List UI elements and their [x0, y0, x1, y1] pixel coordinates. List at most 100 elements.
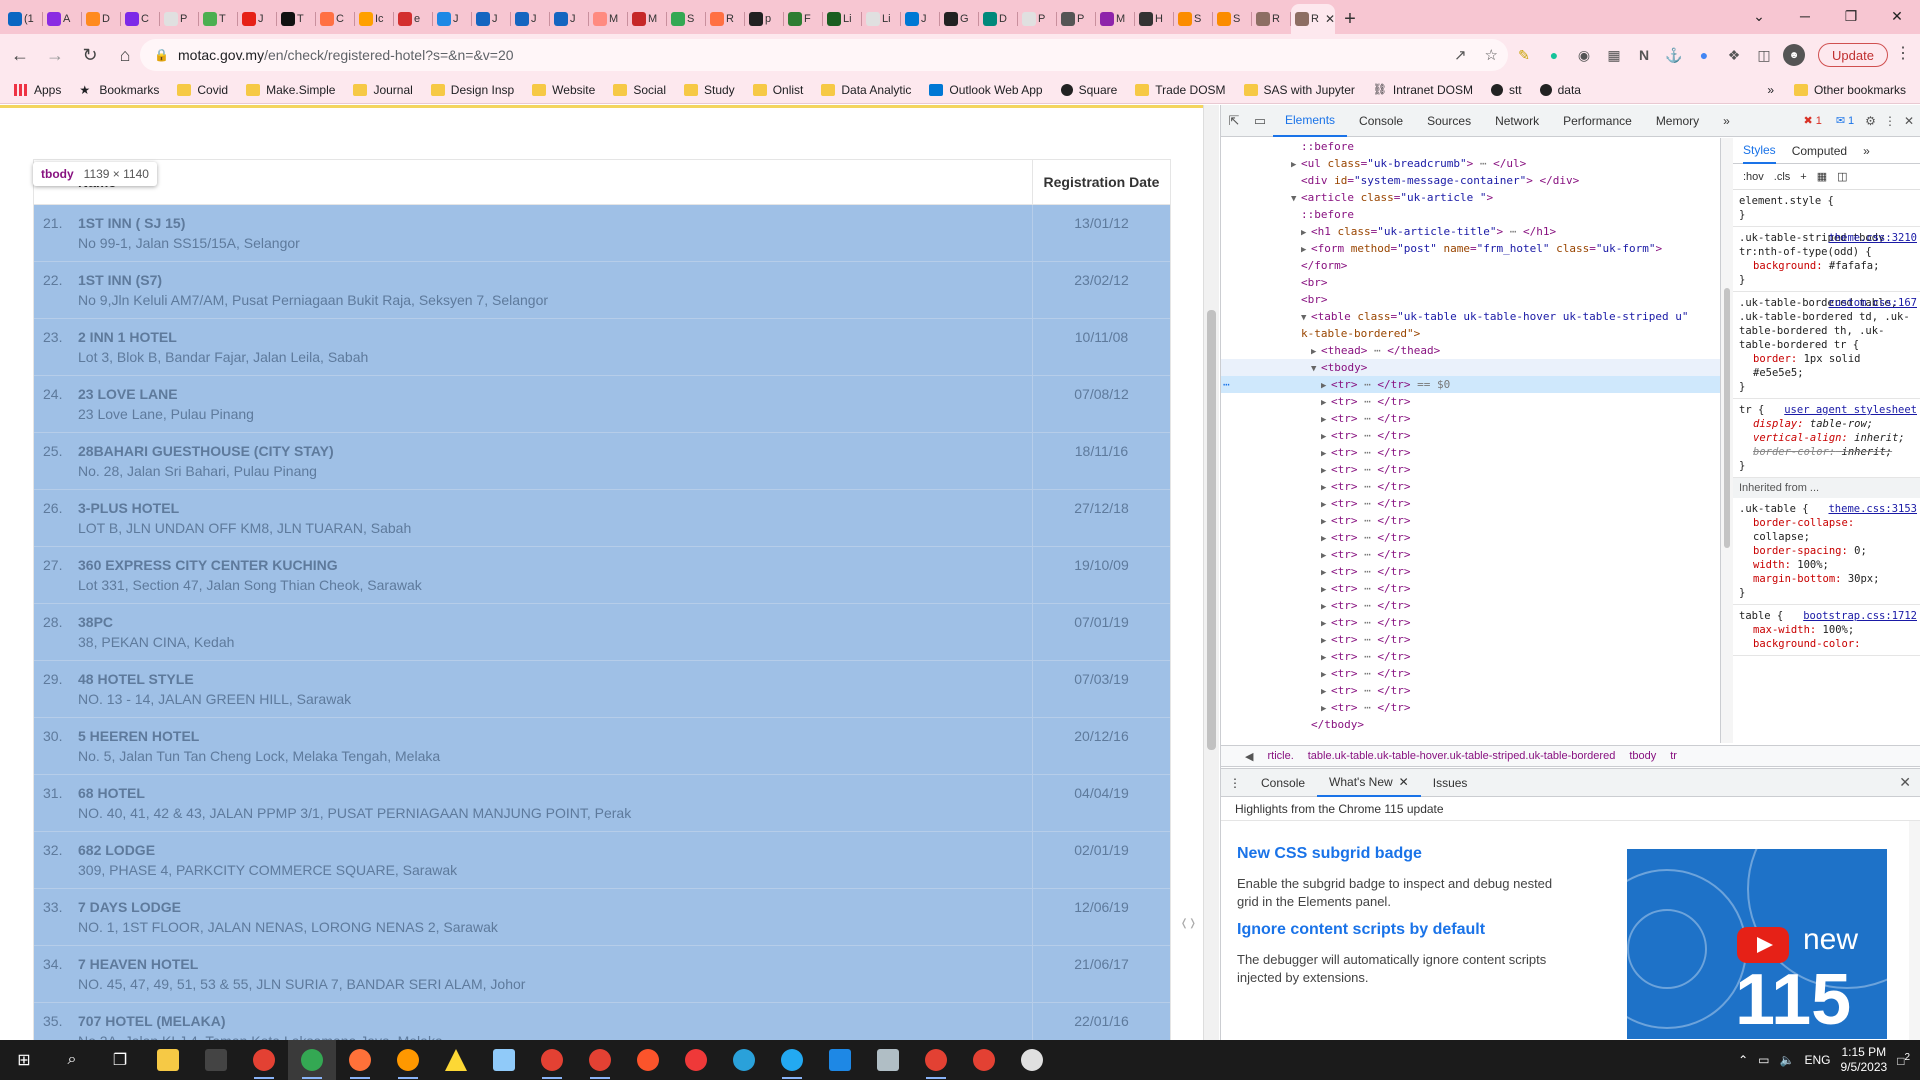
- brave-icon[interactable]: [624, 1040, 672, 1080]
- collapsed-content-icon[interactable]: ⋯: [1364, 378, 1371, 391]
- collapsed-content-icon[interactable]: ⋯: [1480, 157, 1487, 170]
- browser-tab[interactable]: A: [43, 4, 82, 34]
- dom-node[interactable]: ▶ <tr> ⋯ </tr>: [1221, 631, 1720, 648]
- browser-tab[interactable]: P: [1018, 4, 1057, 34]
- breadcrumb-scroll-left-icon[interactable]: ◀: [1245, 750, 1253, 763]
- bookmark-item[interactable]: Covid: [177, 83, 228, 97]
- css-property[interactable]: max-width: 100%;: [1739, 623, 1915, 637]
- error-badge[interactable]: ✖ 1: [1800, 114, 1824, 128]
- browser-tab[interactable]: J: [472, 4, 511, 34]
- more-tabs-button[interactable]: »: [1711, 105, 1742, 137]
- browser-tab[interactable]: S: [667, 4, 706, 34]
- chrome-icon[interactable]: [912, 1040, 960, 1080]
- collapsed-content-icon[interactable]: ⋯: [1364, 548, 1371, 561]
- bookmark-item[interactable]: Apps: [14, 83, 61, 97]
- bookmark-item[interactable]: Social: [613, 83, 666, 97]
- dom-node[interactable]: ▶ <tr> ⋯ </tr>: [1221, 495, 1720, 512]
- dom-node[interactable]: ▶ <h1 class="uk-article-title"> ⋯ </h1>: [1221, 223, 1720, 240]
- bookmark-item[interactable]: ★ Bookmarks: [79, 83, 159, 97]
- dom-node[interactable]: ▶ <tr> ⋯ </tr>: [1221, 580, 1720, 597]
- browser-tab[interactable]: M: [589, 4, 628, 34]
- share-icon[interactable]: ↗: [1454, 46, 1467, 64]
- forward-button[interactable]: →: [40, 40, 70, 70]
- whats-new-video-thumbnail[interactable]: new 115: [1627, 849, 1887, 1039]
- css-property[interactable]: vertical-align: inherit;: [1739, 431, 1915, 445]
- windows-start-icon[interactable]: ⊞: [0, 1040, 48, 1080]
- device-toolbar-icon[interactable]: ▭: [1247, 113, 1273, 129]
- elements-scrollbar[interactable]: [1721, 138, 1733, 743]
- browser-tab[interactable]: Li: [862, 4, 901, 34]
- css-property[interactable]: border-spacing: 0;: [1739, 544, 1915, 558]
- browser-tab[interactable]: J: [433, 4, 472, 34]
- browser-tab[interactable]: J: [511, 4, 550, 34]
- volume-icon[interactable]: 🔈: [1780, 1053, 1795, 1067]
- collapsed-content-icon[interactable]: ⋯: [1364, 497, 1371, 510]
- devtools-tab-sources[interactable]: Sources: [1415, 105, 1483, 137]
- search-icon[interactable]: ⌕: [48, 1040, 96, 1080]
- bookmark-item[interactable]: stt: [1490, 83, 1522, 97]
- minimize-button[interactable]: ─: [1782, 0, 1828, 32]
- network-icon[interactable]: ▭: [1758, 1053, 1769, 1067]
- bookmark-item[interactable]: Onlist: [752, 83, 803, 97]
- css-property[interactable]: display: table-row;: [1739, 417, 1915, 431]
- lock-icon[interactable]: 🔒: [154, 48, 169, 62]
- extension-tool-icon[interactable]: ⚓: [1663, 44, 1685, 66]
- rule-source-link[interactable]: theme.css:3153: [1828, 502, 1917, 516]
- extensions-puzzle-icon[interactable]: ❖: [1723, 44, 1745, 66]
- hover-state-toggle[interactable]: :hov: [1743, 171, 1764, 183]
- extension-screen-icon[interactable]: ▦: [1603, 44, 1625, 66]
- drawer-menu-icon[interactable]: ⋮: [1221, 769, 1249, 797]
- collapsed-content-icon[interactable]: ⋯: [1364, 650, 1371, 663]
- chrome-profile-icon[interactable]: [288, 1040, 336, 1080]
- style-rule[interactable]: .uk-table {theme.css:3153 border-collapse…: [1733, 498, 1920, 605]
- bookmark-item[interactable]: Journal: [353, 83, 413, 97]
- css-property[interactable]: background: #fafafa;: [1739, 259, 1915, 273]
- collapsed-content-icon[interactable]: ⋯: [1364, 429, 1371, 442]
- dom-node[interactable]: ▼ <article class="uk-article ">: [1221, 189, 1720, 206]
- dom-node[interactable]: ▶ <tr> ⋯ </tr>: [1221, 427, 1720, 444]
- style-rule[interactable]: element.style {}: [1733, 190, 1920, 227]
- info-badge[interactable]: ✉ 1: [1833, 114, 1857, 128]
- bookmark-item[interactable]: data: [1539, 83, 1581, 97]
- dom-node[interactable]: ▶ <tr> ⋯ </tr>: [1221, 682, 1720, 699]
- terminal-icon[interactable]: [192, 1040, 240, 1080]
- extension-pen-icon[interactable]: ✎: [1513, 44, 1535, 66]
- browser-tab[interactable]: J: [238, 4, 277, 34]
- table-row[interactable]: 26. 3-PLUS HOTEL LOT B, JLN UNDAN OFF KM8,…: [34, 490, 1170, 547]
- style-rule[interactable]: tr {user agent stylesheet display: table-…: [1733, 399, 1920, 478]
- collapsed-content-icon[interactable]: ⋯: [1364, 412, 1371, 425]
- dom-node[interactable]: <div id="system-message-container"> </di…: [1221, 172, 1720, 189]
- dom-node[interactable]: <br>: [1221, 274, 1720, 291]
- inspect-element-icon[interactable]: ⇱: [1221, 113, 1247, 129]
- table-row[interactable]: 27. 360 EXPRESS CITY CENTER KUCHING Lot 33…: [34, 547, 1170, 604]
- sidebar-toggle-icon[interactable]: ◫: [1837, 170, 1847, 183]
- browser-tab[interactable]: S: [1174, 4, 1213, 34]
- bookmark-item[interactable]: Design Insp: [430, 83, 514, 97]
- css-property[interactable]: width: 100%;: [1739, 558, 1915, 572]
- table-row[interactable]: 33. 7 DAYS LODGE NO. 1, 1ST FLOOR, JALAN N…: [34, 889, 1170, 946]
- side-panel-icon[interactable]: ◫: [1753, 44, 1775, 66]
- browser-tab[interactable]: e: [394, 4, 433, 34]
- rule-source-link[interactable]: theme.css:3210: [1828, 231, 1917, 245]
- dom-node[interactable]: ▶ <tr> ⋯ </tr>: [1221, 563, 1720, 580]
- dom-node[interactable]: </form>: [1221, 257, 1720, 274]
- collapsed-content-icon[interactable]: ⋯: [1510, 225, 1517, 238]
- style-rule[interactable]: table {bootstrap.css:1712 max-width: 100%…: [1733, 605, 1920, 656]
- rule-source-link[interactable]: bootstrap.css:1712: [1803, 609, 1917, 623]
- reload-button[interactable]: ↻: [75, 40, 105, 70]
- table-row[interactable]: 25. 28BAHARI GUESTHOUSE (CITY STAY) No. 28…: [34, 433, 1170, 490]
- back-button[interactable]: ←: [5, 40, 35, 70]
- paint-icon[interactable]: [864, 1040, 912, 1080]
- bookmark-item[interactable]: Outlook Web App: [929, 83, 1043, 97]
- browser-tab[interactable]: J: [550, 4, 589, 34]
- drawer-tab-issues[interactable]: Issues: [1421, 769, 1480, 797]
- browser-tab[interactable]: R ✕: [1291, 4, 1335, 34]
- messenger-icon[interactable]: [816, 1040, 864, 1080]
- new-tab-button[interactable]: +: [1335, 4, 1365, 34]
- css-property[interactable]: background-color:: [1739, 637, 1915, 651]
- extension-ninja-icon[interactable]: ◉: [1573, 44, 1595, 66]
- extension-n-icon[interactable]: N: [1633, 44, 1655, 66]
- collapsed-content-icon[interactable]: ⋯: [1374, 344, 1381, 357]
- bookmark-item[interactable]: Trade DOSM: [1135, 83, 1226, 97]
- dom-node[interactable]: ▶ <tr> ⋯ </tr>: [1221, 512, 1720, 529]
